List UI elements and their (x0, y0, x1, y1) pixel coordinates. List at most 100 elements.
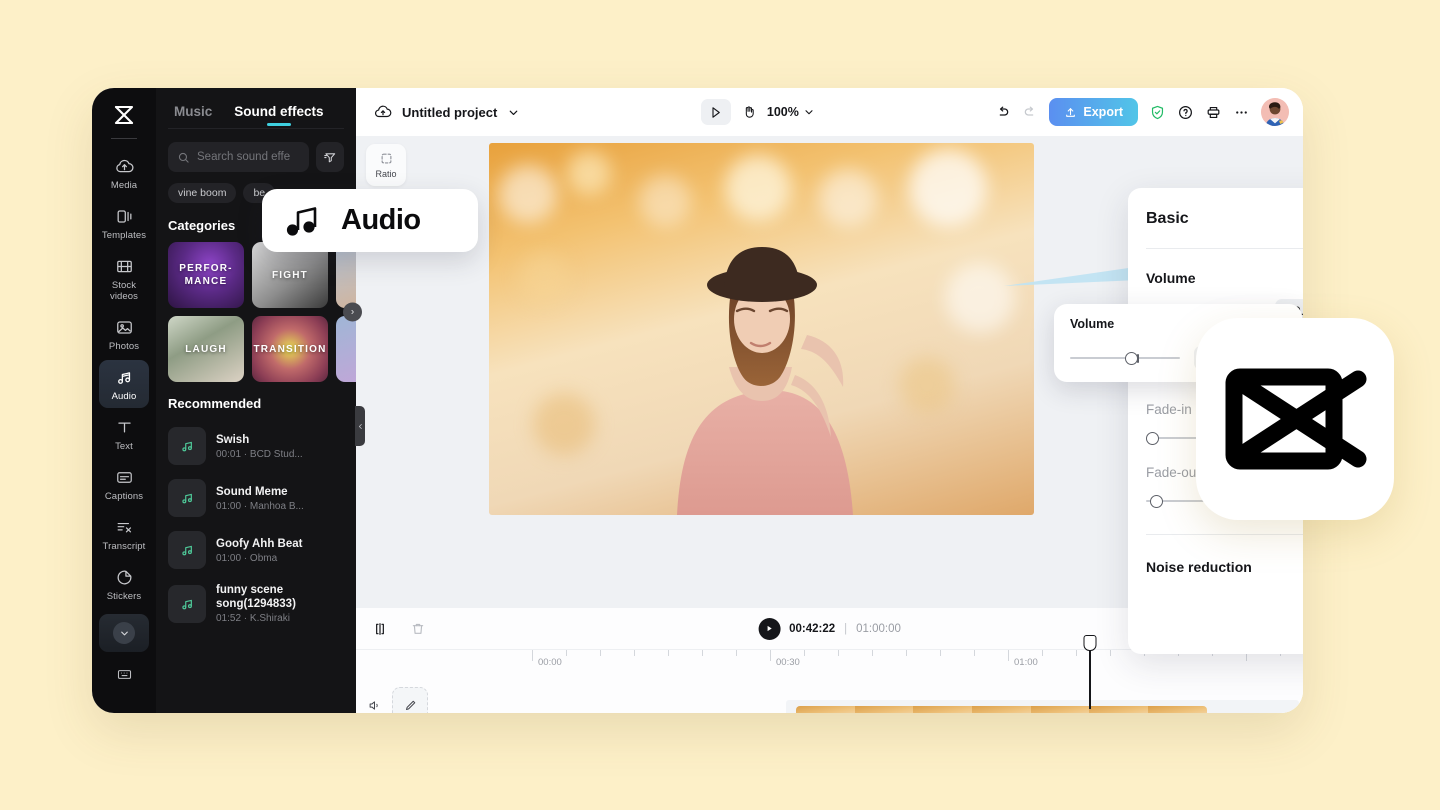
ratio-button[interactable]: Ratio (366, 144, 406, 186)
sidebar-item-stickers[interactable]: Stickers (99, 560, 149, 608)
search-input[interactable]: Search sound effe (168, 142, 309, 172)
volume-label: Volume (1146, 269, 1196, 286)
inspector-divider (1146, 248, 1303, 249)
sidebar-item-photos[interactable]: Photos (99, 310, 149, 358)
keyboard-icon (116, 666, 133, 683)
avatar[interactable] (1260, 98, 1289, 126)
clip-thumbnail (972, 706, 1031, 713)
split-icon[interactable] (372, 621, 388, 637)
video-clip[interactable] (796, 706, 1207, 713)
redo-icon[interactable] (1022, 104, 1038, 120)
library-panel: Music Sound effects Search sound effe vi… (156, 88, 412, 713)
upload-icon (1064, 106, 1077, 119)
zoom-level-control[interactable]: 100% (767, 105, 815, 119)
chevron-down-icon[interactable] (507, 106, 520, 119)
search-tag[interactable]: vine boom (168, 183, 237, 203)
clip-thumbnail (1030, 706, 1090, 713)
library-tabs: Music Sound effects (156, 88, 356, 128)
list-item-meta: 01:52 · K.Shiraki (216, 613, 290, 624)
cloud-upload-icon (115, 156, 134, 176)
category-label: LAUGH (185, 343, 227, 355)
inspector-divider (1146, 534, 1303, 535)
volume-slider[interactable] (1070, 351, 1180, 365)
tab-sound-effects[interactable]: Sound effects (234, 104, 323, 128)
list-item[interactable]: Goofy Ahh Beat 01:00 · Obma (156, 524, 356, 576)
slider-knob[interactable] (1125, 351, 1138, 365)
recommended-heading: Recommended (168, 396, 262, 411)
double-music-note-icon (284, 203, 328, 239)
clip-thumbnail (1089, 706, 1149, 713)
slider-knob[interactable] (1150, 494, 1164, 508)
zoom-level-value: 100% (766, 105, 799, 119)
trash-icon[interactable] (410, 621, 426, 637)
chevron-right-icon[interactable]: › (343, 302, 362, 322)
captions-icon (115, 467, 134, 487)
filter-icon[interactable] (316, 142, 344, 172)
music-note-icon (168, 427, 206, 465)
pencil-icon[interactable] (392, 687, 428, 713)
ratio-label: Ratio (375, 169, 397, 179)
cursor-select-icon[interactable] (700, 99, 731, 125)
category-tile[interactable]: PERFOR-MANCE (168, 242, 244, 308)
templates-icon (115, 206, 134, 226)
sidebar-item-stock-videos[interactable]: Stock videos (99, 249, 149, 308)
sidebar-item-text[interactable]: Text (99, 410, 149, 458)
playhead-handle[interactable] (1083, 635, 1097, 651)
list-item[interactable]: Swish 00:01 · BCD Stud... (156, 420, 356, 472)
left-nav-rail: Media Templates Stock videos Photos Audi… (92, 88, 156, 713)
sticker-icon (115, 567, 134, 587)
shield-check-icon[interactable] (1149, 104, 1166, 121)
noise-reduction-label: Noise reduction (1146, 558, 1252, 575)
noise-reduction-row: Noise reduction (1146, 556, 1303, 577)
video-preview-canvas[interactable] (489, 143, 1034, 515)
capcut-app-icon (1196, 318, 1394, 520)
volume-section-header: Volume (1146, 269, 1303, 286)
print-icon[interactable] (1205, 104, 1222, 121)
photo-icon (115, 317, 134, 337)
music-note-icon (168, 531, 206, 569)
category-label: TRANSITION (253, 343, 327, 355)
sidebar-item-label: Stickers (106, 591, 142, 602)
inspector-title: Basic (1146, 210, 1189, 227)
list-item-title: Goofy Ahh Beat (216, 537, 303, 550)
tab-music[interactable]: Music (174, 104, 212, 128)
cloud-save-icon[interactable] (374, 103, 392, 121)
preview-area: Ratio Volume Basic Volume Fade-in Fade-o… (356, 136, 1303, 654)
library-collapse-handle[interactable] (355, 406, 365, 446)
list-item-meta: 01:00 · Manhoa B... (216, 500, 304, 512)
category-tile[interactable]: LAUGH (168, 316, 244, 382)
undo-icon[interactable] (995, 104, 1011, 120)
sidebar-more-button[interactable] (99, 614, 149, 652)
sidebar-item-audio[interactable]: Audio (99, 360, 149, 408)
ellipsis-icon[interactable] (1233, 104, 1250, 121)
list-item[interactable]: Sound Meme 01:00 · Manhoa B... (156, 472, 356, 524)
keyboard-shortcuts-button[interactable] (116, 666, 133, 683)
list-item-title: Swish (216, 433, 250, 446)
sidebar-item-templates[interactable]: Templates (99, 199, 149, 247)
preview-subject (676, 247, 853, 515)
audio-badge: Audio (262, 189, 478, 252)
hand-icon[interactable] (741, 104, 757, 120)
sidebar-item-transcript[interactable]: Transcript (99, 510, 149, 558)
ruler-label: 01:00 (1014, 657, 1038, 668)
capcut-logo[interactable] (108, 100, 140, 130)
view-tools: 100% (700, 99, 815, 125)
slider-knob[interactable] (1146, 431, 1159, 445)
clip-thumbnail (913, 706, 973, 713)
crop-frame-icon (379, 151, 394, 166)
export-button[interactable]: Export (1049, 98, 1138, 126)
play-icon[interactable] (758, 617, 781, 640)
category-label: FIGHT (272, 269, 308, 281)
question-circle-icon[interactable] (1177, 104, 1194, 121)
sidebar-item-media[interactable]: Media (99, 149, 149, 197)
speaker-icon[interactable] (364, 698, 384, 713)
main-area: Untitled project 100% Export Ratio Volum… (356, 88, 1303, 713)
playhead[interactable] (1083, 635, 1097, 709)
list-item-meta: 00:01 · BCD Stud... (216, 448, 303, 460)
category-tile[interactable]: TRANSITION (252, 316, 328, 382)
list-item[interactable]: funny scene song(1294833) 01:52 · K.Shir… (156, 576, 356, 631)
sidebar-item-captions[interactable]: Captions (99, 460, 149, 508)
sidebar-item-label: Audio (111, 391, 137, 402)
sidebar-item-label: Stock videos (109, 280, 139, 302)
transcript-icon (115, 517, 134, 537)
